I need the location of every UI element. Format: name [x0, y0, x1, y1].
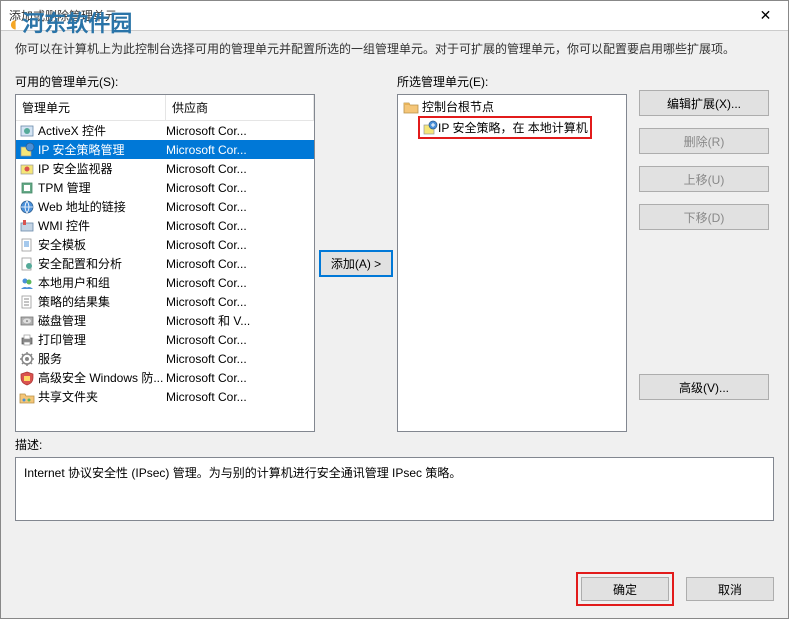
item-name: 策略的结果集 — [38, 293, 110, 310]
tree-child-highlight: IP 安全策略，在 本地计算机 — [418, 116, 592, 139]
cancel-button[interactable]: 取消 — [686, 577, 774, 601]
item-vendor: Microsoft Cor... — [166, 390, 312, 404]
item-vendor: Microsoft Cor... — [166, 276, 312, 290]
ok-highlight: 确定 — [576, 572, 674, 606]
dialog-window: 添加或删除管理单元 ✕ ◐河东软件园 你可以在计算机上为此控制台选择可用的管理单… — [0, 0, 789, 619]
item-name: 服务 — [38, 350, 62, 367]
list-item[interactable]: 本地用户和组 Microsoft Cor... — [16, 273, 314, 292]
list-item[interactable]: Web 地址的链接 Microsoft Cor... — [16, 197, 314, 216]
window-title: 添加或删除管理单元 — [9, 7, 117, 24]
item-vendor: Microsoft Cor... — [166, 181, 312, 195]
ip-policy-icon — [18, 142, 36, 158]
available-label: 可用的管理单元(S): — [15, 73, 315, 90]
item-name: 共享文件夹 — [38, 388, 98, 405]
print-icon — [18, 332, 36, 348]
item-vendor: Microsoft Cor... — [166, 295, 312, 309]
description-text: Internet 协议安全性 (IPsec) 管理。为与别的计算机进行安全通讯管… — [15, 457, 774, 521]
tree-root-item[interactable]: 控制台根节点 — [400, 97, 624, 116]
selected-tree[interactable]: 控制台根节点 IP 安全策略，在 本地计算机 — [397, 94, 627, 432]
col-vendor[interactable]: 供应商 — [166, 95, 314, 120]
col-snapin[interactable]: 管理单元 — [16, 95, 166, 120]
list-item[interactable]: 安全模板 Microsoft Cor... — [16, 235, 314, 254]
item-vendor: Microsoft Cor... — [166, 143, 312, 157]
selected-label: 所选管理单元(E): — [397, 73, 627, 90]
disk-icon — [18, 313, 36, 329]
tpm-icon — [18, 180, 36, 196]
activex-icon — [18, 123, 36, 139]
item-vendor: Microsoft Cor... — [166, 124, 312, 138]
shared-icon — [18, 389, 36, 405]
remove-button[interactable]: 删除(R) — [639, 128, 769, 154]
titlebar: 添加或删除管理单元 ✕ — [1, 1, 788, 31]
wmi-icon — [18, 218, 36, 234]
list-item[interactable]: IP 安全监视器 Microsoft Cor... — [16, 159, 314, 178]
move-up-button[interactable]: 上移(U) — [639, 166, 769, 192]
side-buttons: 编辑扩展(X)... 删除(R) 上移(U) 下移(D) 高级(V)... — [627, 73, 774, 432]
web-link-icon — [18, 199, 36, 215]
folder-icon — [402, 99, 420, 115]
list-item[interactable]: WMI 控件 Microsoft Cor... — [16, 216, 314, 235]
item-vendor: Microsoft Cor... — [166, 371, 312, 385]
intro-text: 你可以在计算机上为此控制台选择可用的管理单元并配置所选的一组管理单元。对于可扩展… — [1, 31, 788, 73]
list-item[interactable]: 磁盘管理 Microsoft 和 V... — [16, 311, 314, 330]
item-vendor: Microsoft Cor... — [166, 219, 312, 233]
footer: 确定 取消 — [576, 572, 774, 606]
description-section: 描述: Internet 协议安全性 (IPsec) 管理。为与别的计算机进行安… — [1, 432, 788, 521]
service-icon — [18, 351, 36, 367]
list-item[interactable]: 打印管理 Microsoft Cor... — [16, 330, 314, 349]
list-item[interactable]: 策略的结果集 Microsoft Cor... — [16, 292, 314, 311]
available-list-header: 管理单元 供应商 — [16, 95, 314, 121]
list-item[interactable]: 共享文件夹 Microsoft Cor... — [16, 387, 314, 406]
main-content: 可用的管理单元(S): 管理单元 供应商 ActiveX 控件 Microsoft… — [1, 73, 788, 432]
tree-child-label[interactable]: IP 安全策略，在 本地计算机 — [438, 119, 588, 136]
item-name: 安全模板 — [38, 236, 86, 253]
list-item[interactable]: IP 安全策略管理 Microsoft Cor... — [16, 140, 314, 159]
tree-root-label: 控制台根节点 — [422, 98, 494, 115]
item-name: IP 安全策略管理 — [38, 141, 124, 158]
item-name: WMI 控件 — [38, 217, 90, 234]
list-item[interactable]: 高级安全 Windows 防...Microsoft Cor... — [16, 368, 314, 387]
item-vendor: Microsoft Cor... — [166, 162, 312, 176]
secconfig-icon — [18, 256, 36, 272]
ok-button[interactable]: 确定 — [581, 577, 669, 601]
ip-policy-icon — [422, 120, 438, 136]
ip-monitor-icon — [18, 161, 36, 177]
move-down-button[interactable]: 下移(D) — [639, 204, 769, 230]
item-name: 安全配置和分析 — [38, 255, 122, 272]
users-icon — [18, 275, 36, 291]
middle-column: 添加(A) > — [315, 73, 397, 432]
advanced-button[interactable]: 高级(V)... — [639, 374, 769, 400]
item-vendor: Microsoft Cor... — [166, 333, 312, 347]
edit-extensions-button[interactable]: 编辑扩展(X)... — [639, 90, 769, 116]
item-vendor: Microsoft 和 V... — [166, 312, 312, 329]
description-label: 描述: — [15, 436, 774, 453]
item-name: 打印管理 — [38, 331, 86, 348]
item-name: Web 地址的链接 — [38, 198, 126, 215]
item-name: 本地用户和组 — [38, 274, 110, 291]
firewall-icon — [18, 370, 36, 386]
item-name: 高级安全 Windows 防... — [38, 369, 163, 386]
available-column: 可用的管理单元(S): 管理单元 供应商 ActiveX 控件 Microsoft… — [15, 73, 315, 432]
item-vendor: Microsoft Cor... — [166, 352, 312, 366]
template-icon — [18, 237, 36, 253]
item-vendor: Microsoft Cor... — [166, 200, 312, 214]
rsop-icon — [18, 294, 36, 310]
item-vendor: Microsoft Cor... — [166, 238, 312, 252]
available-list[interactable]: 管理单元 供应商 ActiveX 控件Microsoft Cor...IP 安全… — [15, 94, 315, 432]
item-name: IP 安全监视器 — [38, 160, 112, 177]
item-vendor: Microsoft Cor... — [166, 257, 312, 271]
item-name: 磁盘管理 — [38, 312, 86, 329]
list-item[interactable]: 安全配置和分析 Microsoft Cor... — [16, 254, 314, 273]
list-item[interactable]: ActiveX 控件 Microsoft Cor... — [16, 121, 314, 140]
item-name: TPM 管理 — [38, 179, 91, 196]
list-item[interactable]: TPM 管理 Microsoft Cor... — [16, 178, 314, 197]
add-button[interactable]: 添加(A) > — [319, 250, 393, 277]
item-name: ActiveX 控件 — [38, 122, 106, 139]
close-button[interactable]: ✕ — [743, 1, 788, 31]
list-item[interactable]: 服务 Microsoft Cor... — [16, 349, 314, 368]
spacer — [639, 242, 774, 362]
selected-column: 所选管理单元(E): 控制台根节点 IP 安全策 — [397, 73, 627, 432]
